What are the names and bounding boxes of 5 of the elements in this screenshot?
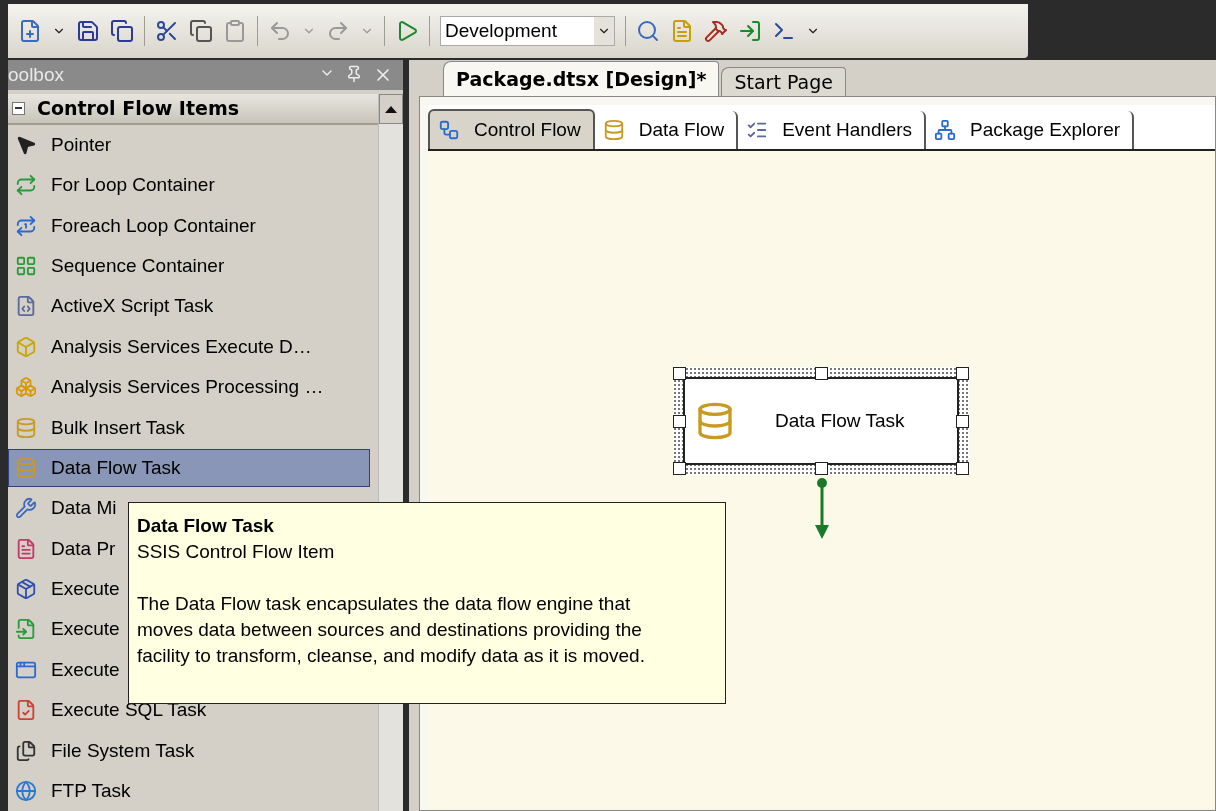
tooltip-description: The Data Flow task encapsulates the data flow engine that moves data between sources and destinations providing the facility to transform, cleanse, and modify data as it is moved. (137, 592, 646, 668)
tooltip-subtitle: SSIS Control Flow Item (137, 540, 336, 564)
tooltip-title: Data Flow Task (137, 514, 275, 538)
task-label: Data Flow Task (775, 410, 905, 432)
panel-title: oolbox (8, 64, 64, 86)
